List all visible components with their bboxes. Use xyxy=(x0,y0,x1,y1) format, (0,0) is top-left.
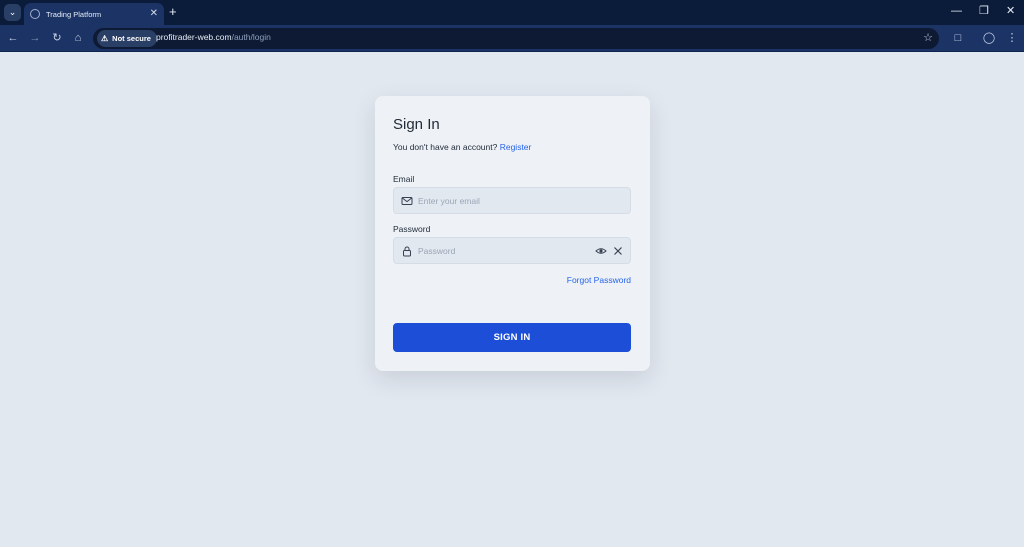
tab-title: Trading Platform xyxy=(46,9,102,19)
browser-tab[interactable]: Trading Platform ✕ xyxy=(24,3,164,25)
close-icon[interactable] xyxy=(612,245,624,257)
extensions-icon[interactable]: □ xyxy=(951,31,965,45)
register-prompt: You don't have an account? Register xyxy=(393,142,531,152)
reload-icon[interactable]: ↻ xyxy=(50,31,64,45)
close-icon[interactable]: ✕ xyxy=(150,9,158,19)
bookmark-star-icon[interactable]: ☆ xyxy=(923,31,933,44)
url-path: /auth/login xyxy=(231,32,271,42)
warning-icon: ⚠ xyxy=(101,34,109,43)
lock-icon xyxy=(403,246,411,257)
email-label: Email xyxy=(393,174,415,184)
globe-icon xyxy=(30,9,40,19)
profile-icon[interactable]: ◯ xyxy=(982,31,996,45)
password-field-wrapper xyxy=(393,237,631,264)
url-host: profitrader-web.com xyxy=(156,32,232,42)
email-field-wrapper xyxy=(393,187,631,214)
no-account-text: You don't have an account? xyxy=(393,142,498,152)
security-badge-label: Not secure xyxy=(112,34,151,43)
tab-search-button[interactable]: ⌄ xyxy=(4,4,21,21)
minimize-icon[interactable]: — xyxy=(951,5,962,17)
menu-kebab-icon[interactable]: ⋮ xyxy=(1005,31,1019,45)
register-link[interactable]: Register xyxy=(500,142,532,152)
login-card: Sign In You don't have an account? Regis… xyxy=(375,96,650,371)
window-close-icon[interactable]: ✕ xyxy=(1006,5,1015,17)
password-input[interactable] xyxy=(418,238,578,263)
page-title: Sign In xyxy=(393,116,440,133)
browser-tab-bar: ⌄ Trading Platform ✕ + — ❐ ✕ xyxy=(0,0,1024,25)
chevron-down-icon: ⌄ xyxy=(8,7,17,17)
restore-icon[interactable]: ❐ xyxy=(979,5,989,17)
email-input[interactable] xyxy=(418,188,578,213)
url-text[interactable]: profitrader-web.com/auth/login xyxy=(156,32,271,42)
eye-icon[interactable] xyxy=(595,245,607,257)
browser-toolbar: ← → ↻ ⌂ ⚠ Not secure profitrader-web.com… xyxy=(0,25,1024,52)
forgot-password-link[interactable]: Forgot Password xyxy=(567,275,631,285)
password-label: Password xyxy=(393,224,431,234)
forward-icon[interactable]: → xyxy=(28,31,42,45)
mail-icon xyxy=(401,197,413,205)
address-bar[interactable]: ⚠ Not secure profitrader-web.com/auth/lo… xyxy=(93,28,939,49)
back-icon[interactable]: ← xyxy=(6,31,20,45)
security-badge[interactable]: ⚠ Not secure xyxy=(97,30,157,47)
new-tab-button[interactable]: + xyxy=(169,5,177,19)
home-icon[interactable]: ⌂ xyxy=(71,31,85,45)
sign-in-button[interactable]: SIGN IN xyxy=(393,323,631,352)
